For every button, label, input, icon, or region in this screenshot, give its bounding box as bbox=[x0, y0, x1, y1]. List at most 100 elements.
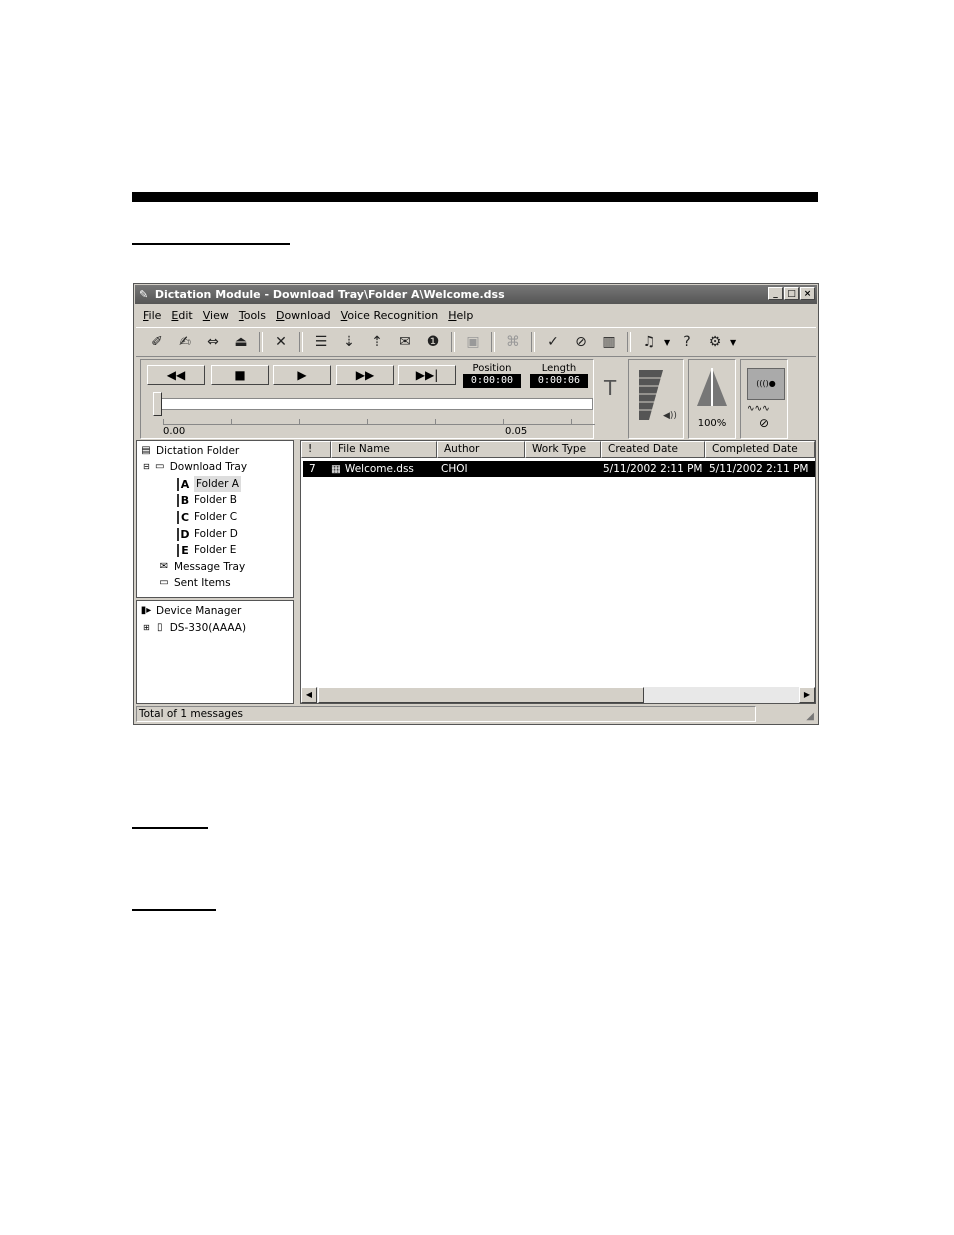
resize-grip-icon[interactable]: ◢ bbox=[806, 708, 814, 725]
toolbar-separator bbox=[299, 332, 303, 352]
subheading-underline-2 bbox=[132, 909, 216, 911]
edit-icon[interactable]: ⇔ bbox=[200, 331, 226, 353]
menu-view[interactable]: View bbox=[198, 307, 234, 324]
speed-value: 100% bbox=[697, 418, 727, 429]
device-manager-icon: ▮▸ bbox=[140, 605, 152, 616]
expand-icon[interactable]: ⊞ bbox=[143, 620, 150, 636]
speed-icon bbox=[697, 368, 727, 406]
scroll-thumb[interactable] bbox=[318, 687, 644, 703]
menu-voice-recognition[interactable]: Voice Recognition bbox=[336, 307, 444, 324]
delete-icon[interactable]: ✕ bbox=[268, 331, 294, 353]
tree-item-device[interactable]: ⊞ ▯ DS-330(AAAA) bbox=[143, 620, 246, 636]
position-slider-track[interactable] bbox=[161, 398, 593, 410]
heading-underline bbox=[132, 243, 290, 245]
tree-item-sent-items[interactable]: ▭ Sent Items bbox=[157, 575, 230, 591]
position-slider-thumb[interactable] bbox=[153, 392, 162, 416]
section-rule bbox=[132, 192, 818, 202]
row-file-name: Welcome.dss bbox=[344, 463, 414, 475]
row-file-name-cell: ▦ Welcome.dss bbox=[331, 461, 437, 477]
row-completed-date: 5/11/2002 2:11 PM bbox=[709, 463, 809, 475]
download-icon[interactable]: ⇣ bbox=[336, 331, 362, 353]
folder-b-icon: B bbox=[177, 493, 191, 507]
scroll-left-icon[interactable]: ◀ bbox=[301, 687, 317, 703]
column-author[interactable]: Author bbox=[437, 441, 525, 458]
row-created-date: 5/11/2002 2:11 PM bbox=[603, 463, 703, 475]
file-list: ! File Name Author Work Type Created Dat… bbox=[300, 440, 816, 704]
maximize-button[interactable]: □ bbox=[784, 287, 799, 300]
horizontal-scrollbar[interactable]: ◀ ▶ bbox=[301, 687, 815, 703]
column-file-name[interactable]: File Name bbox=[331, 441, 437, 458]
menu-download[interactable]: Download bbox=[271, 307, 336, 324]
column-priority[interactable]: ! bbox=[301, 441, 331, 458]
tree-item-device-manager[interactable]: ▮▸ Device Manager bbox=[139, 603, 242, 619]
length-label: Length bbox=[541, 363, 577, 374]
record-icon[interactable]: ✐ bbox=[144, 331, 170, 353]
lock-icon[interactable]: ⌘ bbox=[500, 331, 526, 353]
volume-control[interactable]: ◀)) bbox=[628, 359, 684, 439]
properties-icon[interactable]: ☰ bbox=[308, 331, 334, 353]
folder-e-icon: E bbox=[177, 543, 191, 557]
tree-item-folder-c[interactable]: C Folder C bbox=[177, 509, 237, 525]
collapse-icon[interactable]: ⊟ bbox=[143, 459, 150, 475]
noise-reduction-control[interactable]: ((()● ∿∿∿ ⊘ bbox=[740, 359, 788, 439]
eject-icon[interactable]: ⏏ bbox=[228, 331, 254, 353]
stop-button[interactable]: ■ bbox=[211, 365, 269, 385]
tree-item-message-tray[interactable]: ✉ Message Tray bbox=[157, 559, 245, 575]
close-button[interactable]: × bbox=[800, 287, 815, 300]
check-icon[interactable]: ✓ bbox=[540, 331, 566, 353]
position-scale bbox=[163, 418, 595, 425]
position-label: Position bbox=[472, 363, 512, 374]
scale-mid-label: 0.05 bbox=[505, 426, 528, 437]
noise-reduction-icon: ((()● bbox=[747, 368, 785, 400]
settings-icon[interactable]: ⚙ bbox=[702, 331, 728, 353]
tree-item-folder-e[interactable]: E Folder E bbox=[177, 542, 236, 558]
column-work-type[interactable]: Work Type bbox=[525, 441, 601, 458]
priority-icon[interactable]: ❶ bbox=[420, 331, 446, 353]
folder-d-icon: D bbox=[177, 527, 191, 541]
row-author: CHOI bbox=[441, 463, 468, 475]
tree-item-folder-a[interactable]: A Folder A bbox=[177, 476, 241, 492]
tray-icon: ▭ bbox=[154, 461, 165, 472]
recorder-icon: ▯ bbox=[156, 622, 163, 633]
chevron-down-icon[interactable]: ▼ bbox=[730, 338, 738, 347]
speed-control[interactable]: 100% bbox=[688, 359, 736, 439]
play-button[interactable]: ▶ bbox=[273, 365, 331, 385]
mail-icon[interactable]: ✉ bbox=[392, 331, 418, 353]
insert-record-icon[interactable]: ✍ bbox=[172, 331, 198, 353]
transport-panel: ◀◀ ■ ▶ ▶▶ ▶▶| Position 0:00:00 Length 0:… bbox=[140, 359, 595, 439]
table-row[interactable]: 7 ▦ Welcome.dss CHOI 5/11/2002 2:11 PM 5… bbox=[303, 461, 815, 477]
column-completed-date[interactable]: Completed Date bbox=[705, 441, 815, 458]
end-button[interactable]: ▶▶| bbox=[398, 365, 456, 385]
print-icon[interactable]: ▣ bbox=[460, 331, 486, 353]
finish-icon[interactable]: ⊘ bbox=[568, 331, 594, 353]
help-icon[interactable]: ? bbox=[674, 331, 700, 353]
tree-item-folder-b[interactable]: B Folder B bbox=[177, 492, 237, 508]
upload-icon[interactable]: ⇡ bbox=[364, 331, 390, 353]
book-icon[interactable]: ▥ bbox=[596, 331, 622, 353]
menu-bar: File Edit View Tools Download Voice Reco… bbox=[138, 307, 478, 324]
fast-forward-button[interactable]: ▶▶ bbox=[336, 365, 394, 385]
window-title: Dictation Module - Download Tray\Folder … bbox=[154, 288, 505, 301]
folder-c-icon: C bbox=[177, 510, 191, 524]
chevron-down-icon[interactable]: ▼ bbox=[664, 338, 672, 347]
index-mark-icon[interactable]: T bbox=[604, 376, 616, 400]
pen-icon: ✎ bbox=[139, 288, 149, 301]
scale-start-label: 0.00 bbox=[163, 426, 186, 437]
minimize-button[interactable]: _ bbox=[768, 287, 783, 300]
tree-item-download-tray[interactable]: ⊟ ▭ Download Tray bbox=[143, 459, 247, 475]
tree-item-dictation-folder[interactable]: ▤ Dictation Folder bbox=[139, 443, 239, 459]
rewind-button[interactable]: ◀◀ bbox=[147, 365, 205, 385]
toolbar-separator bbox=[259, 332, 263, 352]
menu-tools[interactable]: Tools bbox=[234, 307, 271, 324]
scroll-right-icon[interactable]: ▶ bbox=[799, 687, 815, 703]
sent-items-icon: ▭ bbox=[159, 577, 169, 588]
column-created-date[interactable]: Created Date bbox=[601, 441, 705, 458]
database-icon: ▤ bbox=[141, 445, 151, 456]
tree-item-folder-d[interactable]: D Folder D bbox=[177, 526, 238, 542]
menu-file[interactable]: File bbox=[138, 307, 166, 324]
menu-edit[interactable]: Edit bbox=[166, 307, 197, 324]
folder-a-icon: A bbox=[177, 477, 191, 491]
list-header: ! File Name Author Work Type Created Dat… bbox=[301, 441, 815, 458]
voice-icon[interactable]: ♫ bbox=[636, 331, 662, 353]
menu-help[interactable]: Help bbox=[443, 307, 478, 324]
